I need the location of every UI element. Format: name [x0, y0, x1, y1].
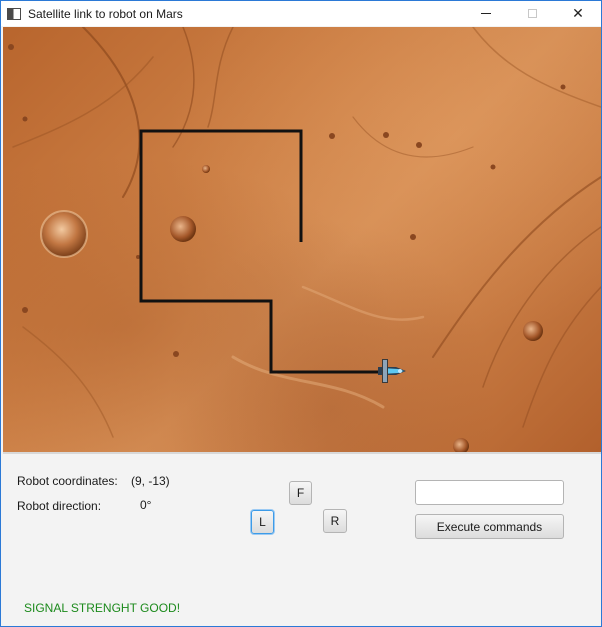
- craters: [8, 44, 566, 452]
- terrain-ridges: [12, 27, 601, 438]
- mars-map: [3, 27, 601, 452]
- minimize-button[interactable]: [463, 1, 509, 26]
- command-input[interactable]: [415, 480, 564, 505]
- window-title: Satellite link to robot on Mars: [28, 6, 183, 21]
- maximize-button[interactable]: [509, 1, 555, 26]
- minimize-icon: [481, 13, 491, 14]
- maximize-icon: [527, 9, 537, 18]
- execute-commands-button[interactable]: Execute commands: [415, 514, 564, 539]
- signal-status: SIGNAL STRENGHT GOOD!: [24, 601, 181, 615]
- direction-value: 0°: [140, 498, 152, 512]
- coordinates-value: (9, -13): [131, 474, 170, 488]
- close-button[interactable]: ✕: [555, 1, 601, 26]
- app-window: Satellite link to robot on Mars ✕ Robot …: [0, 0, 602, 627]
- map-divider: [3, 452, 601, 454]
- left-button[interactable]: L: [251, 510, 274, 534]
- coordinates-label: Robot coordinates:: [17, 474, 118, 488]
- right-button[interactable]: R: [323, 509, 347, 533]
- robot-icon: [378, 359, 406, 383]
- direction-label: Robot direction:: [17, 499, 102, 513]
- app-icon: [7, 7, 21, 20]
- window-controls: ✕: [463, 1, 601, 26]
- forward-button[interactable]: F: [289, 481, 312, 505]
- close-icon: ✕: [572, 5, 584, 21]
- robot-path: [139, 129, 383, 374]
- title-bar: Satellite link to robot on Mars ✕: [1, 1, 601, 26]
- map-canvas: [8, 27, 601, 452]
